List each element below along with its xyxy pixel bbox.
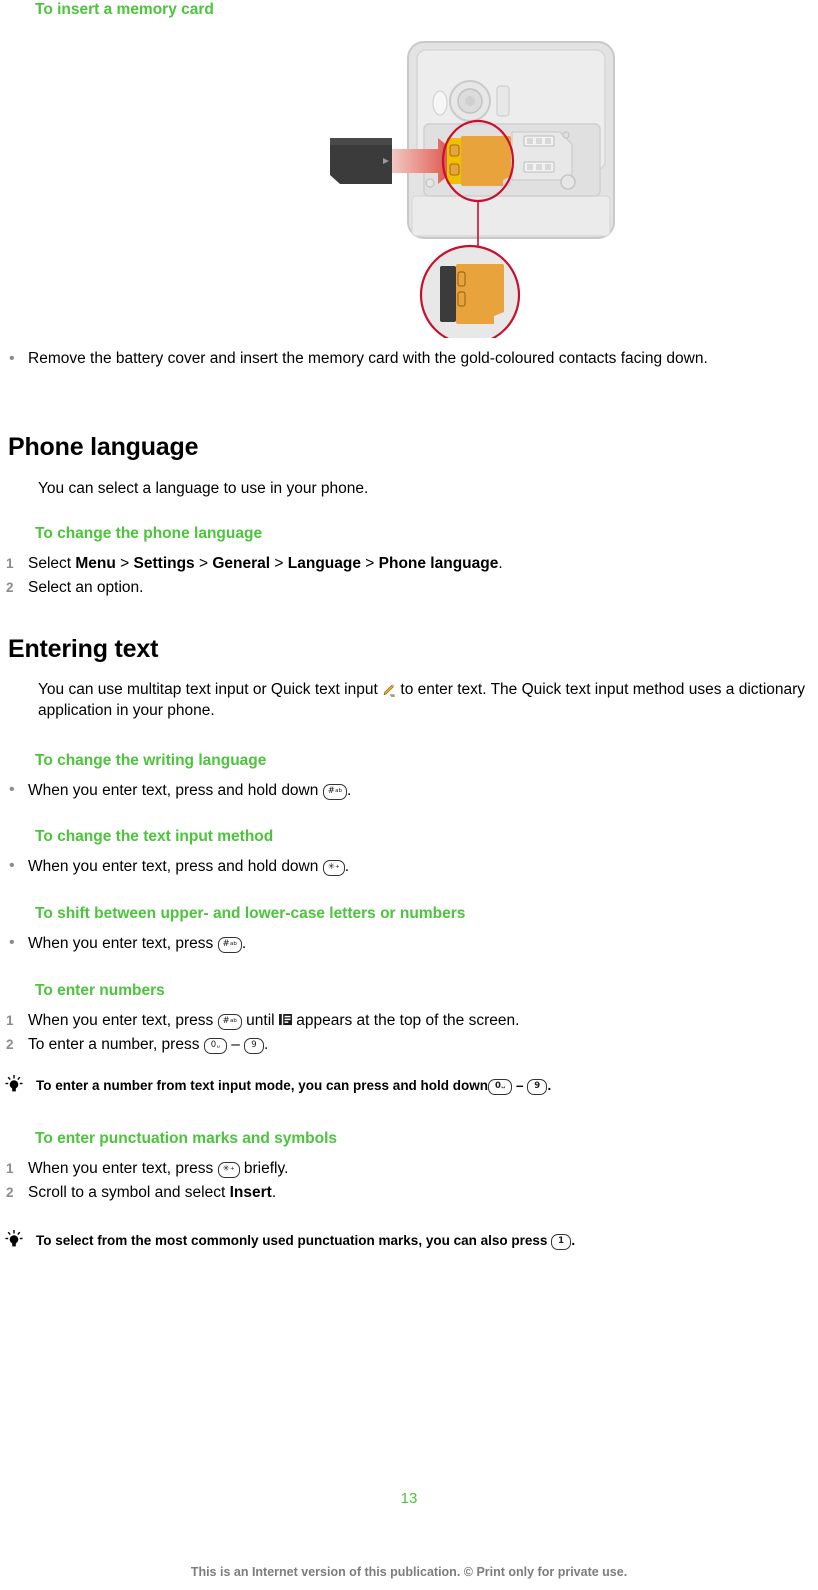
table-row: 1 Select Menu > Settings > General > Lan… — [0, 552, 800, 576]
shift-case-list: • When you enter text, press #ab. — [0, 932, 800, 956]
section-heading-entering-text: Entering text — [8, 634, 158, 664]
zero-key-icon: 0␣ — [488, 1079, 513, 1095]
heading-text: Phone language — [8, 433, 199, 461]
zero-key-icon: 0␣ — [203, 1038, 227, 1054]
phone-language-intro: You can select a language to use in your… — [38, 479, 778, 500]
table-row: 2 To enter a number, press 0␣ – 9. — [0, 1033, 800, 1057]
punctuation-steps: 1 When you enter text, press ✳+ briefly.… — [0, 1157, 800, 1205]
page-number: 13 — [400, 1490, 418, 1507]
step-number: 2 — [6, 1037, 14, 1052]
procedure-title-enter-punctuation: To enter punctuation marks and symbols — [35, 1129, 337, 1149]
hash-key-icon: #ab — [217, 937, 242, 953]
tip-text: To enter a number from text input mode, … — [36, 1078, 552, 1095]
star-key-icon: ✳+ — [217, 1162, 240, 1178]
step-text: When you enter text, press ✳+ briefly. — [28, 1160, 289, 1178]
step-number: 1 — [6, 556, 14, 571]
menu-path-item: Menu — [75, 555, 116, 572]
step-number: 2 — [6, 580, 14, 595]
memory-card-detached — [330, 138, 392, 184]
list-item: • When you enter text, press #ab. — [0, 932, 800, 956]
step-number: 2 — [6, 1185, 14, 1200]
menu-path-item: Language — [287, 555, 361, 572]
ui-label-insert: Insert — [229, 1184, 272, 1201]
tip-row: To enter a number from text input mode, … — [0, 1074, 810, 1096]
procedure-title-shift-case: To shift between upper- and lower-case l… — [35, 904, 465, 924]
proc-title-text: To insert a memory card — [35, 1, 214, 18]
list-item-text: Remove the battery cover and insert the … — [28, 350, 708, 367]
list-item-text: When you enter text, press #ab. — [28, 935, 247, 953]
intro-text: You can use multitap text input or Quick… — [38, 681, 806, 719]
phone-language-steps: 1 Select Menu > Settings > General > Lan… — [0, 552, 800, 600]
procedure-title-change-text-input-method: To change the text input method — [35, 827, 273, 847]
bullet-marker: • — [9, 350, 15, 367]
proc-title-text: To enter numbers — [35, 982, 165, 999]
bullet-marker: • — [9, 781, 15, 798]
list-item: • When you enter text, press and hold do… — [0, 855, 800, 879]
bullet-marker: • — [9, 934, 15, 951]
manual-page: To insert a memory card • Remove the bat… — [0, 0, 818, 1590]
one-key-icon: 1 — [551, 1234, 572, 1250]
proc-title-text: To change the text input method — [35, 828, 274, 845]
lightbulb-icon — [4, 1074, 24, 1094]
nine-key-icon: 9 — [244, 1038, 264, 1054]
proc-title-text: To shift between upper- and lower-case l… — [35, 905, 466, 922]
step-text: Scroll to a symbol and select Insert. — [28, 1184, 277, 1201]
bullet-marker: • — [9, 857, 15, 874]
nine-key-icon: 9 — [527, 1079, 548, 1095]
table-row: 2 Scroll to a symbol and select Insert. — [0, 1181, 800, 1205]
menu-path-item: General — [212, 555, 271, 572]
step-text: Select Menu > Settings > General > Langu… — [28, 555, 503, 572]
tip-punctuation: To select from the most commonly used pu… — [0, 1229, 810, 1251]
heading-text: Entering text — [8, 635, 159, 663]
list-item-text: When you enter text, press and hold down… — [28, 782, 352, 800]
hash-key-icon: #ab — [217, 1014, 242, 1030]
enter-numbers-steps: 1 When you enter text, press #ab until a… — [0, 1009, 800, 1057]
hash-key-icon: #ab — [322, 784, 347, 800]
step-text: To enter a number, press 0␣ – 9. — [28, 1036, 269, 1054]
proc-title-text: To change the phone language — [35, 525, 263, 542]
menu-path-item: Phone language — [378, 555, 499, 572]
menu-path-item: Settings — [133, 555, 195, 572]
tip-enter-number: To enter a number from text input mode, … — [0, 1074, 810, 1096]
table-row: 2 Select an option. — [0, 576, 800, 600]
list-item: • When you enter text, press and hold do… — [0, 779, 800, 803]
list-item-text: When you enter text, press and hold down… — [28, 858, 350, 876]
step-text: Select an option. — [28, 579, 144, 596]
proc-title-text: To enter punctuation marks and symbols — [35, 1130, 338, 1147]
procedure-title-enter-numbers: To enter numbers — [35, 981, 165, 1001]
change-writing-language-list: • When you enter text, press and hold do… — [0, 779, 800, 803]
step-number: 1 — [6, 1013, 14, 1028]
lightbulb-icon — [4, 1229, 24, 1249]
table-row: 1 When you enter text, press ✳+ briefly. — [0, 1157, 800, 1181]
tip-text: To select from the most commonly used pu… — [36, 1233, 576, 1250]
procedure-title-change-phone-language: To change the phone language — [35, 524, 262, 544]
magnified-card-detail — [419, 244, 521, 346]
memory-card-insertion-illustration — [0, 28, 818, 346]
abc-screen-icon — [278, 1010, 292, 1026]
proc-title-text: To change the writing language — [35, 752, 267, 769]
insert-card-bullet-list: • Remove the battery cover and insert th… — [0, 348, 760, 369]
procedure-title-change-writing-language: To change the writing language — [35, 751, 266, 771]
procedure-title-insert-memory-card: To insert a memory card — [35, 0, 214, 20]
list-item: • Remove the battery cover and insert th… — [0, 348, 760, 369]
table-row: 1 When you enter text, press #ab until a… — [0, 1009, 800, 1033]
section-heading-phone-language: Phone language — [8, 432, 198, 462]
star-key-icon: ✳+ — [322, 860, 345, 876]
change-text-input-method-list: • When you enter text, press and hold do… — [0, 855, 800, 879]
tip-row: To select from the most commonly used pu… — [0, 1229, 810, 1251]
memory-card-in-slot — [447, 136, 511, 186]
footer-note: This is an Internet version of this publ… — [190, 1565, 628, 1579]
step-text: When you enter text, press #ab until app… — [28, 1010, 520, 1030]
intro-text: You can select a language to use in your… — [38, 480, 369, 497]
step-number: 1 — [6, 1161, 14, 1176]
entering-text-intro: You can use multitap text input or Quick… — [38, 680, 818, 721]
pencil-icon — [382, 683, 396, 697]
